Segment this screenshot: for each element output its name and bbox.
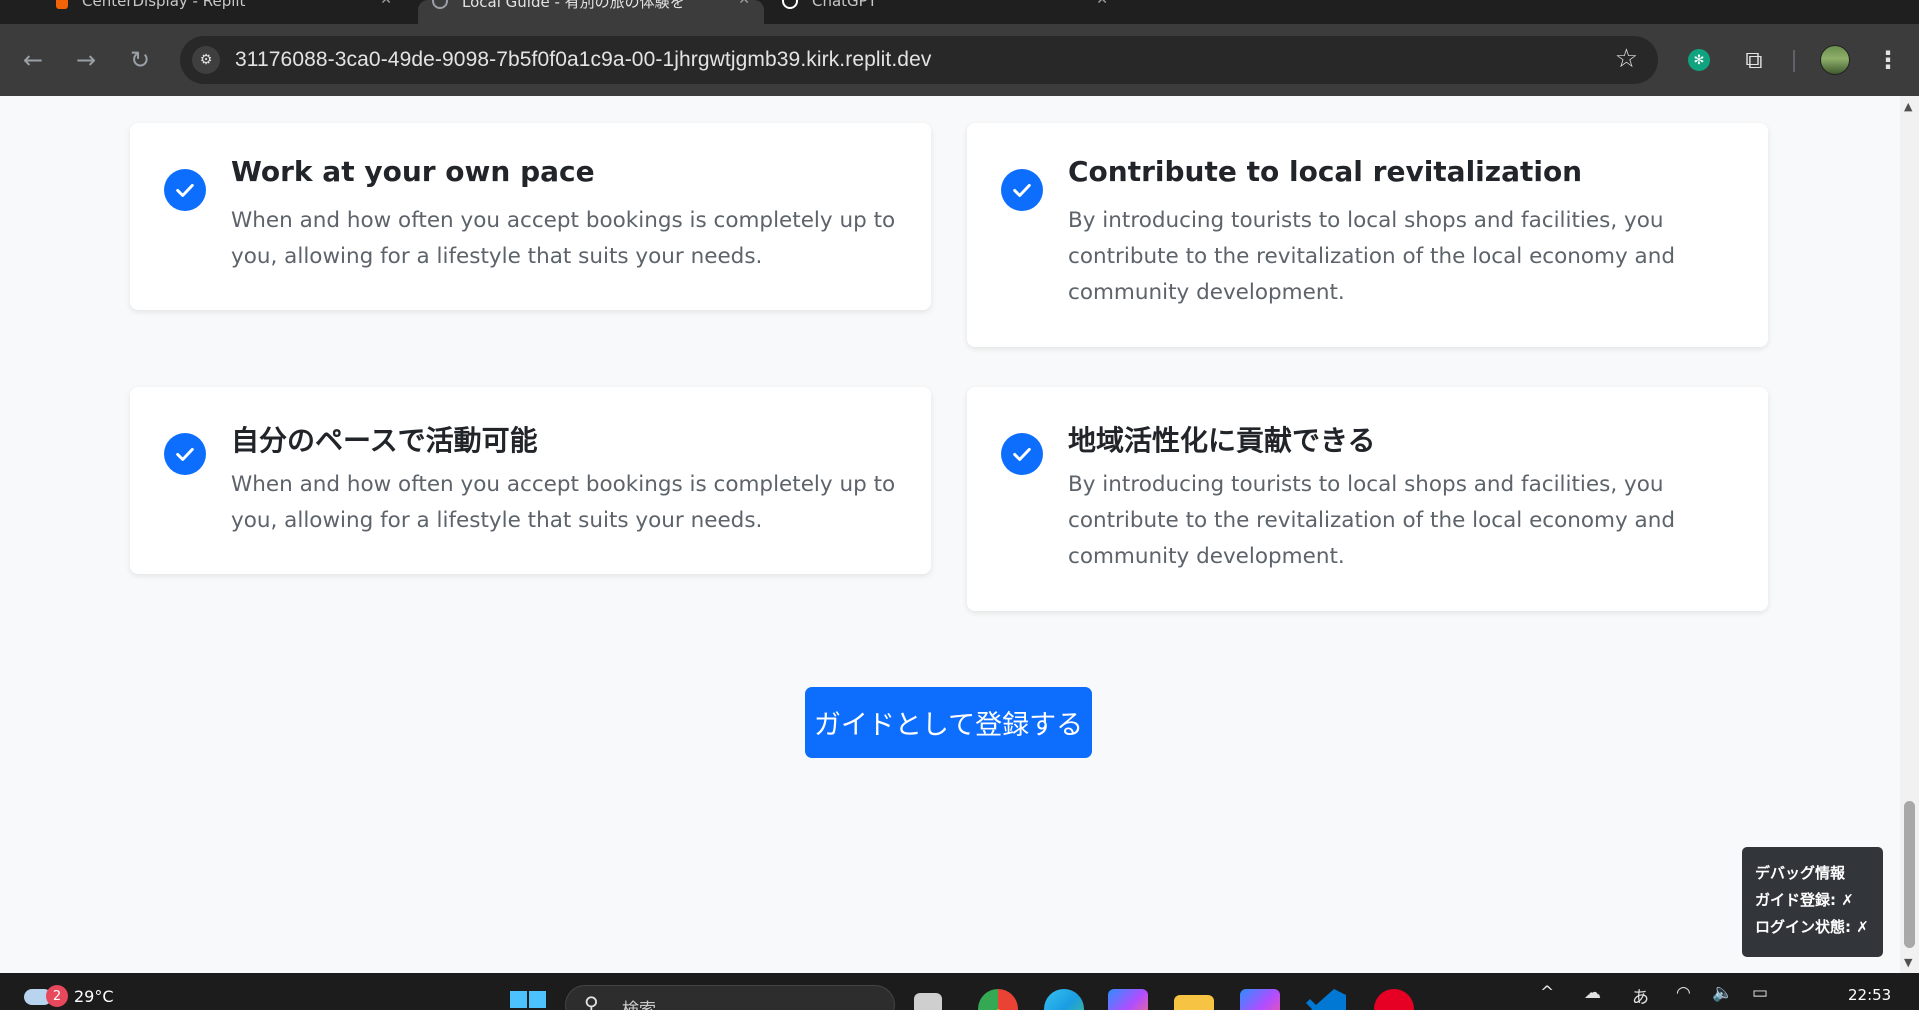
edge-icon[interactable] (1044, 989, 1084, 1010)
debug-login-status: ログイン状態: ✗ (1755, 918, 1869, 936)
tab-label: ChatGPT (812, 0, 877, 10)
register-as-guide-button[interactable]: ガイドとして登録する (805, 687, 1092, 758)
reload-icon[interactable]: ↻ (122, 42, 158, 78)
tab-strip: CenterDisplay - Replit ✕ Local Guide - 有… (0, 0, 1919, 24)
windows-taskbar: 29°C 2 ⚲ 検索 ^ ☁ あ ◠ 🔈 ▭ 22:53 (0, 973, 1919, 1010)
tab-replit[interactable]: CenterDisplay - Replit ✕ (56, 0, 406, 24)
chatgpt-extension-icon[interactable]: ✻ (1681, 42, 1717, 78)
address-bar[interactable]: ⚙ 31176088-3ca0-49de-9098-7b5f0f0a1c9a-0… (180, 36, 1658, 84)
file-explorer-icon[interactable] (1174, 995, 1214, 1010)
clock-time[interactable]: 22:53 (1848, 986, 1891, 1004)
scroll-up-icon[interactable]: ▲ (1904, 100, 1912, 113)
checkmark-icon (164, 169, 206, 211)
vscode-icon[interactable] (1306, 989, 1346, 1010)
tab-label: CenterDisplay - Replit (82, 0, 246, 10)
bookmark-star-icon[interactable]: ☆ (1615, 44, 1638, 74)
benefit-card: Work at your own pace When and how often… (130, 123, 931, 310)
benefit-title: Contribute to local revitalization (1068, 155, 1583, 188)
chevron-up-icon[interactable]: ^ (1540, 983, 1554, 1003)
weather-badge: 2 (46, 985, 68, 1007)
browser-toolbar: ← → ↻ ⚙ 31176088-3ca0-49de-9098-7b5f0f0a… (0, 24, 1919, 96)
site-settings-icon[interactable]: ⚙ (192, 46, 220, 74)
battery-icon[interactable]: ▭ (1752, 983, 1768, 1003)
wifi-icon[interactable]: ◠ (1676, 983, 1691, 1003)
profile-avatar[interactable] (1817, 42, 1853, 78)
volume-icon[interactable]: 🔈 (1712, 983, 1733, 1003)
microsoft-365-icon[interactable] (1240, 989, 1280, 1010)
chrome-icon[interactable] (978, 989, 1018, 1010)
forward-icon[interactable]: → (68, 42, 104, 78)
benefit-card: Contribute to local revitalization By in… (967, 123, 1768, 347)
tab-chatgpt[interactable]: ChatGPT ✕ (782, 0, 1122, 24)
benefit-title: Work at your own pace (231, 155, 595, 188)
toolbar-divider (1793, 50, 1795, 72)
task-view-icon[interactable] (914, 993, 942, 1010)
checkmark-icon (1001, 433, 1043, 475)
search-icon: ⚲ (584, 992, 599, 1010)
close-icon[interactable]: ✕ (1096, 0, 1108, 8)
debug-title: デバッグ情報 (1755, 864, 1846, 882)
page-viewport: Work at your own pace When and how often… (0, 96, 1900, 973)
debug-guide-registration: ガイド登録: ✗ (1755, 891, 1854, 909)
pinterest-icon[interactable] (1374, 989, 1414, 1010)
benefit-title: 地域活性化に貢献できる (1068, 424, 1376, 457)
benefit-description: By introducing tourists to local shops a… (1068, 208, 1676, 305)
search-placeholder: 検索 (622, 1000, 656, 1010)
back-icon[interactable]: ← (15, 42, 51, 78)
benefit-card: 地域活性化に貢献できる By introducing tourists to l… (967, 387, 1768, 611)
globe-icon (432, 0, 448, 9)
close-icon[interactable]: ✕ (738, 0, 750, 8)
debug-info-panel: デバッグ情報 ガイド登録: ✗ ログイン状態: ✗ (1742, 847, 1883, 957)
copilot-icon[interactable] (1108, 989, 1148, 1010)
taskbar-search[interactable]: ⚲ 検索 (565, 985, 895, 1010)
tab-local-guide[interactable]: Local Guide - 有別の旅の体験を ✕ (418, 0, 764, 24)
benefit-description: When and how often you accept bookings i… (231, 208, 896, 269)
url-text[interactable]: 31176088-3ca0-49de-9098-7b5f0f0a1c9a-00-… (235, 48, 931, 72)
scroll-thumb[interactable] (1904, 801, 1915, 948)
checkmark-icon (1001, 169, 1043, 211)
benefit-description: By introducing tourists to local shops a… (1068, 472, 1676, 569)
ime-indicator[interactable]: あ (1632, 983, 1649, 1008)
checkmark-icon (164, 433, 206, 475)
scroll-down-icon[interactable]: ▼ (1904, 956, 1912, 969)
close-icon[interactable]: ✕ (380, 0, 392, 8)
menu-kebab-icon[interactable]: ⋮ (1870, 42, 1906, 78)
tab-label: Local Guide - 有別の旅の体験を (462, 0, 685, 11)
weather-widget[interactable]: 29°C (24, 987, 114, 1006)
benefit-card: 自分のペースで活動可能 When and how often you accep… (130, 387, 931, 574)
benefit-title: 自分のペースで活動可能 (231, 424, 538, 457)
replit-favicon-icon (56, 0, 68, 9)
windows-start-icon[interactable] (510, 991, 546, 1010)
benefit-description: When and how often you accept bookings i… (231, 472, 896, 533)
onedrive-cloud-icon[interactable]: ☁ (1584, 983, 1601, 1003)
vertical-scrollbar[interactable]: ▲ ▼ (1900, 96, 1919, 973)
weather-temp: 29°C (74, 987, 114, 1006)
chatgpt-favicon-icon (782, 0, 798, 9)
extensions-puzzle-icon[interactable]: ⧉ (1736, 42, 1772, 78)
